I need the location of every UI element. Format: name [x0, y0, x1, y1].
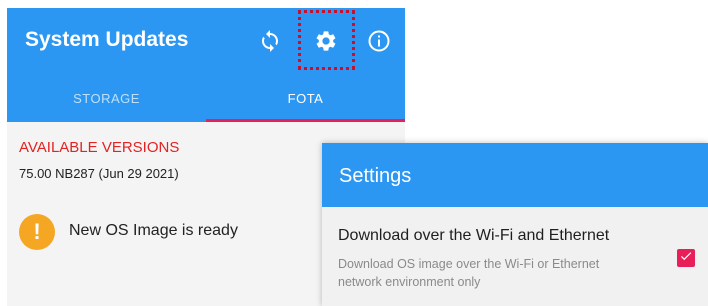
version-item[interactable]: 75.00 NB287 (Jun 29 2021)	[19, 166, 179, 181]
tab-fota-label: FOTA	[287, 90, 324, 106]
app-bar: System Updates STORAGE FOTA	[7, 8, 405, 122]
info-icon	[367, 29, 391, 53]
app-title: System Updates	[25, 28, 189, 51]
preference-title: Download over the Wi-Fi and Ethernet	[338, 227, 610, 244]
tab-storage[interactable]: STORAGE	[7, 74, 206, 122]
tab-fota[interactable]: FOTA	[206, 74, 405, 122]
settings-title: Settings	[339, 165, 412, 187]
wifi-ethernet-checkbox[interactable]	[677, 249, 695, 267]
settings-highlight-box	[298, 10, 355, 70]
warning-icon: !	[19, 214, 55, 250]
settings-header: Settings	[322, 143, 708, 207]
available-versions-heading: AVAILABLE VERSIONS	[19, 139, 180, 156]
sync-icon	[258, 29, 282, 53]
wifi-ethernet-preference[interactable]: Download over the Wi-Fi and Ethernet Dow…	[322, 207, 708, 306]
sync-button[interactable]	[255, 26, 285, 56]
settings-dialog: Settings Download over the Wi-Fi and Eth…	[322, 143, 708, 306]
screenshot-stage: System Updates STORAGE FOTA AVAILABLE VE…	[0, 0, 708, 306]
preference-summary: Download OS image over the Wi-Fi or Ethe…	[338, 257, 600, 289]
tab-storage-label: STORAGE	[73, 90, 140, 106]
checkmark-icon	[679, 249, 693, 268]
info-button[interactable]	[364, 26, 394, 56]
status-text: New OS Image is ready	[69, 222, 238, 239]
